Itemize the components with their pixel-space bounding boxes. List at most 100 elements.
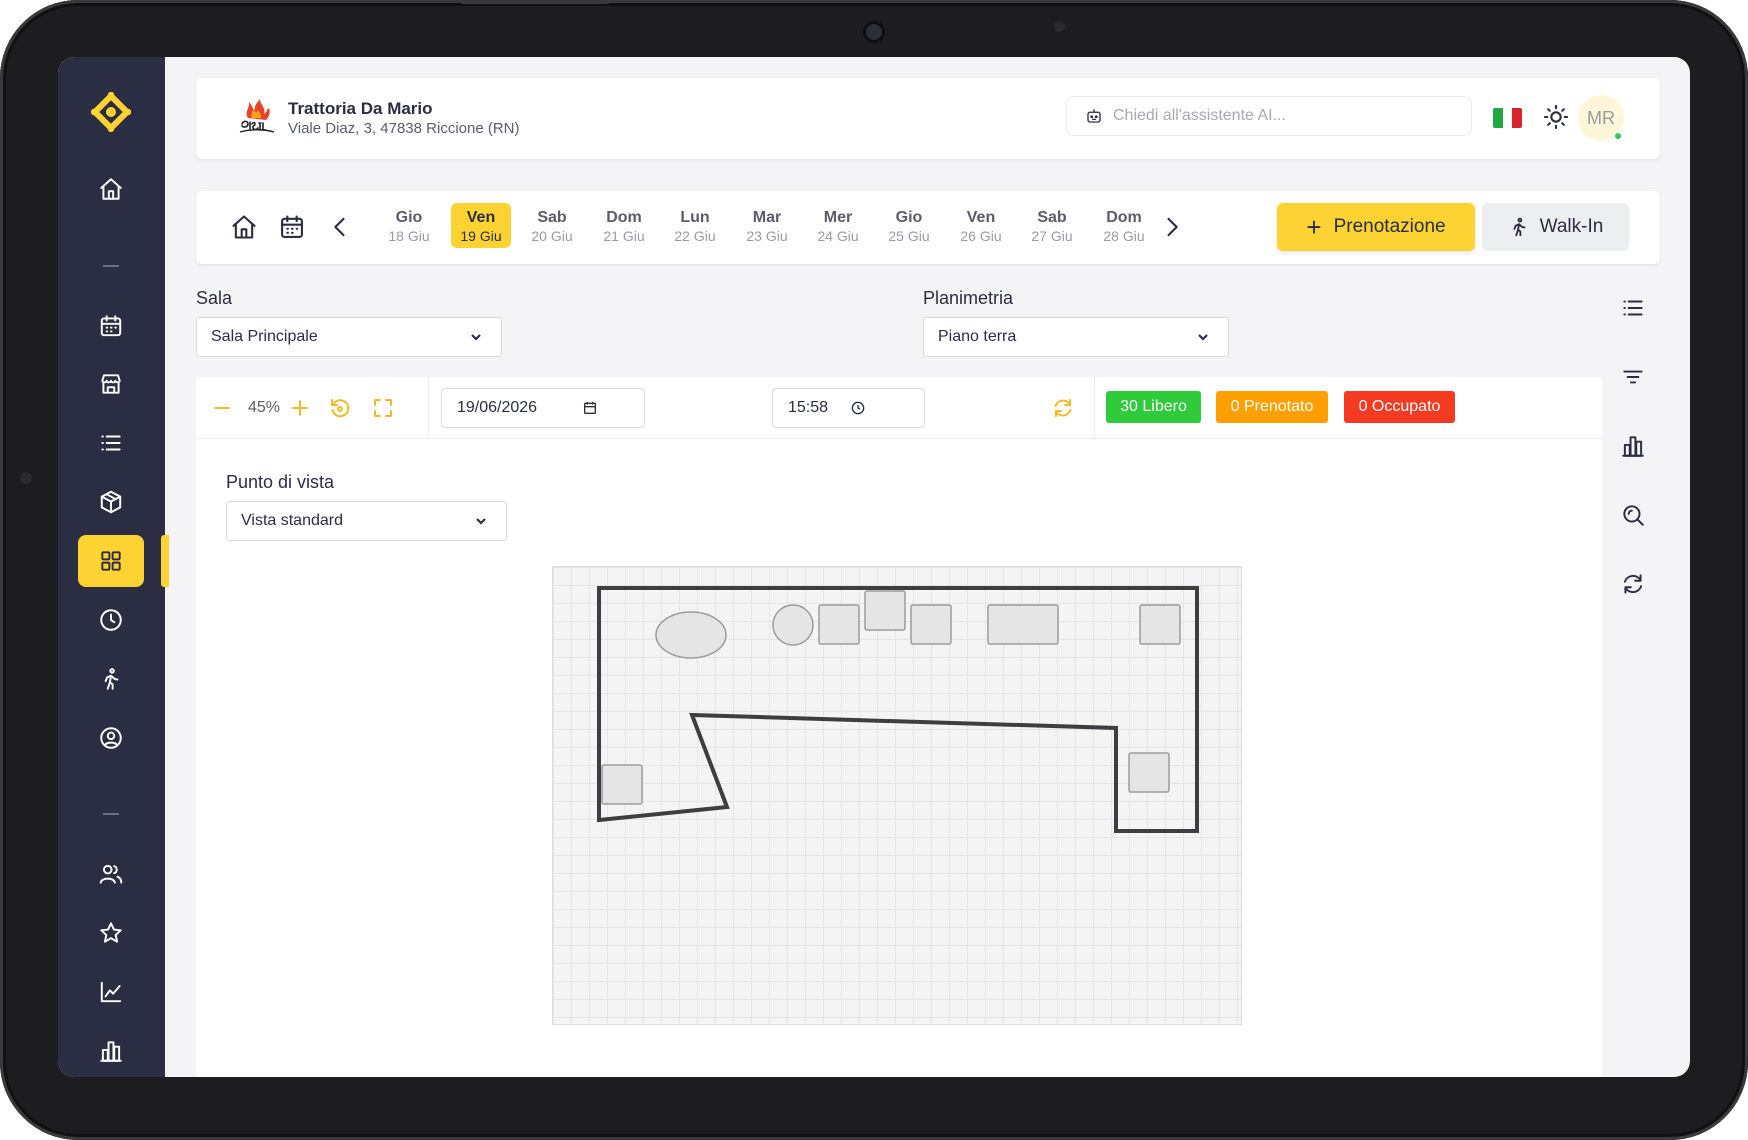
sun-icon bbox=[1543, 104, 1569, 130]
device-top-button bbox=[460, 0, 610, 4]
day-item[interactable]: Gio 18 Giu bbox=[379, 203, 439, 248]
sidebar-item-list[interactable] bbox=[78, 417, 144, 469]
sala-label: Sala bbox=[196, 288, 233, 308]
user-circle-icon bbox=[100, 727, 122, 749]
sidebar-item-home[interactable] bbox=[78, 163, 144, 215]
language-flag-it[interactable] bbox=[1493, 108, 1522, 128]
today-button[interactable] bbox=[230, 213, 258, 241]
sync-button[interactable] bbox=[1620, 571, 1648, 599]
toolbar-divider bbox=[1094, 377, 1095, 439]
date-input[interactable]: 19/06/2026 bbox=[441, 388, 645, 428]
sidebar-item-history[interactable] bbox=[78, 594, 144, 646]
zoom-out-button[interactable] bbox=[209, 395, 235, 421]
calendar-picker-button[interactable] bbox=[278, 213, 306, 241]
refresh-icon bbox=[1054, 399, 1072, 417]
calendar-icon bbox=[281, 215, 303, 238]
day-item[interactable]: Mar 23 Giu bbox=[737, 203, 797, 248]
robot-icon bbox=[1087, 109, 1101, 123]
fullscreen-button[interactable] bbox=[370, 395, 396, 421]
view-value: Vista standard bbox=[241, 512, 343, 529]
line-chart-icon bbox=[100, 981, 122, 1003]
sidebar-item-store[interactable] bbox=[78, 358, 144, 410]
online-status-dot bbox=[1613, 131, 1623, 141]
table bbox=[864, 590, 906, 631]
table bbox=[910, 604, 952, 645]
sidebar-item-reviews[interactable] bbox=[78, 907, 144, 959]
zoom-in-button[interactable] bbox=[287, 395, 313, 421]
restaurant-logo bbox=[239, 99, 275, 133]
theme-toggle[interactable] bbox=[1542, 103, 1570, 131]
sidebar-item-products[interactable] bbox=[78, 476, 144, 528]
day-item-selected[interactable]: Ven 19 Giu bbox=[451, 203, 511, 248]
minus-icon bbox=[214, 407, 230, 409]
day-item[interactable]: Sab 27 Giu bbox=[1022, 203, 1082, 248]
sala-select[interactable]: Sala Principale bbox=[196, 317, 502, 357]
box-icon bbox=[100, 490, 122, 514]
active-marker bbox=[161, 535, 169, 587]
clock-icon bbox=[851, 401, 865, 415]
next-days-button[interactable] bbox=[1158, 213, 1186, 241]
filter-button[interactable] bbox=[1620, 364, 1648, 392]
time-value: 15:58 bbox=[788, 399, 829, 416]
booked-tables-badge[interactable]: 0 Prenotato bbox=[1216, 391, 1328, 423]
fullscreen-icon bbox=[374, 399, 392, 417]
reset-zoom-button[interactable] bbox=[327, 395, 353, 421]
chevron-left-icon bbox=[334, 217, 345, 237]
floorplan-panel: 45% 19/06/2026 15:58 30 Libero 0 Prenota… bbox=[196, 377, 1602, 1077]
reset-icon bbox=[331, 399, 350, 418]
home-icon bbox=[100, 178, 122, 200]
sidebar-item-reports[interactable] bbox=[78, 1025, 144, 1077]
table bbox=[818, 604, 860, 645]
refresh-icon bbox=[1623, 574, 1643, 594]
date-value: 19/06/2026 bbox=[457, 399, 538, 416]
star-icon bbox=[100, 922, 122, 943]
table bbox=[655, 611, 727, 659]
free-tables-badge[interactable]: 30 Libero bbox=[1106, 391, 1201, 423]
sidebar-item-customers[interactable] bbox=[78, 848, 144, 900]
prev-days-button[interactable] bbox=[326, 213, 354, 241]
floorplan-canvas[interactable] bbox=[552, 566, 1242, 1025]
day-item[interactable]: Dom 21 Giu bbox=[594, 203, 654, 248]
calendar-icon bbox=[584, 402, 596, 414]
search-icon bbox=[1623, 505, 1644, 526]
ai-assistant-search[interactable] bbox=[1066, 96, 1472, 136]
day-item[interactable]: Sab 20 Giu bbox=[522, 203, 582, 248]
chevron-right-icon bbox=[1167, 217, 1178, 237]
new-booking-label: Prenotazione bbox=[1333, 216, 1446, 237]
view-select[interactable]: Vista standard bbox=[226, 501, 507, 541]
toolbar-divider bbox=[428, 377, 429, 439]
search-button[interactable] bbox=[1620, 502, 1648, 530]
sidebar-item-analytics[interactable] bbox=[78, 966, 144, 1018]
restaurant-name: Trattoria Da Mario bbox=[288, 99, 433, 118]
list-icon bbox=[1623, 300, 1643, 316]
day-item[interactable]: Lun 22 Giu bbox=[665, 203, 725, 248]
day-item[interactable]: Ven 26 Giu bbox=[951, 203, 1011, 248]
occupied-tables-badge[interactable]: 0 Occupato bbox=[1344, 391, 1455, 423]
side-sensor bbox=[20, 472, 32, 484]
day-item[interactable]: Dom 28 Giu bbox=[1094, 203, 1154, 248]
sidebar-item-walkin[interactable] bbox=[78, 653, 144, 705]
users-icon bbox=[99, 864, 123, 884]
store-icon bbox=[101, 374, 121, 394]
sidebar-item-floorplan[interactable] bbox=[78, 535, 144, 587]
view-label: Punto di vista bbox=[226, 472, 335, 492]
sidebar-item-account[interactable] bbox=[78, 712, 144, 764]
zoom-level: 45% bbox=[248, 399, 281, 416]
sidebar-item-calendar[interactable] bbox=[78, 300, 144, 352]
planimetria-select[interactable]: Piano terra bbox=[923, 317, 1229, 357]
list-view-button[interactable] bbox=[1620, 295, 1648, 323]
refresh-button[interactable] bbox=[1051, 396, 1075, 420]
calendar-icon bbox=[100, 315, 122, 337]
day-item[interactable]: Mer 24 Giu bbox=[808, 203, 868, 248]
stats-button[interactable] bbox=[1620, 433, 1648, 461]
list-icon bbox=[101, 435, 121, 451]
sidebar bbox=[58, 57, 165, 1077]
restaurant-address: Viale Diaz, 3, 47838 Riccione (RN) bbox=[288, 120, 520, 137]
app-logo[interactable] bbox=[91, 92, 131, 132]
chevron-down-icon bbox=[474, 514, 488, 528]
day-item[interactable]: Gio 25 Giu bbox=[879, 203, 939, 248]
new-booking-button[interactable]: + Prenotazione bbox=[1277, 203, 1475, 251]
walkin-button[interactable]: Walk-In bbox=[1482, 203, 1629, 251]
ai-assistant-input[interactable] bbox=[1113, 107, 1443, 125]
time-input[interactable]: 15:58 bbox=[772, 388, 925, 428]
